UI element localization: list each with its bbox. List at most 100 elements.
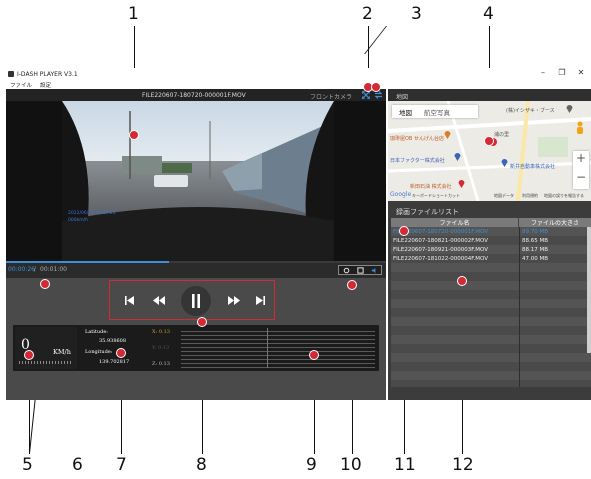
callout-10: 10 xyxy=(340,455,362,475)
header-filesize[interactable]: ファイルの大きさ xyxy=(519,218,591,227)
zoom-controls: + − xyxy=(573,151,589,189)
report-error-link[interactable]: 地図の誤りを報告する xyxy=(544,193,584,199)
speed-scale xyxy=(19,361,73,364)
zoom-in-button[interactable]: + xyxy=(576,151,586,165)
list-scrollbar[interactable] xyxy=(587,227,591,353)
keyboard-shortcuts-link[interactable]: キーボードショートカット xyxy=(412,193,460,199)
switch-camera-icon[interactable] xyxy=(374,91,383,99)
gsensor-values: X: 0.13 Y: 0.13 Z: 0.13 xyxy=(149,327,179,369)
map-label-factor: 日本ファクター株式会社 xyxy=(390,158,445,164)
file-name: FILE220607-180821-000002F.MOV xyxy=(393,237,489,244)
map-label-coffee: 珈琲屋OB せんげん台店 xyxy=(390,136,444,142)
playback-controls xyxy=(109,280,275,320)
file-row[interactable]: FILE220607-181022-000004F.MOV 47.00 MB xyxy=(391,254,591,263)
close-button[interactable]: ✕ xyxy=(574,68,588,77)
file-size: 47.00 MB xyxy=(522,255,549,262)
restore-button[interactable]: ❐ xyxy=(555,68,569,77)
menu-bar: ファイル 設定 xyxy=(6,80,591,89)
minimize-button[interactable]: – xyxy=(536,68,550,77)
gsensor-graph xyxy=(181,328,375,368)
fullscreen-icon[interactable] xyxy=(362,91,370,99)
map-label-ishizaki: (株)イシザキ・ブース xyxy=(506,108,555,114)
pin-coffee-icon xyxy=(444,131,451,139)
gsensor-y: Y: 0.13 xyxy=(152,345,170,351)
callout-8: 8 xyxy=(196,455,207,475)
tab-satellite[interactable]: 航空写真 xyxy=(419,105,455,118)
video-frame[interactable]: 2022/06/07 18:07:21 000km/h xyxy=(6,101,386,261)
callout-4: 4 xyxy=(483,4,494,24)
map-header: 地図 xyxy=(388,89,591,101)
callout-1: 1 xyxy=(128,4,139,24)
google-logo: Google xyxy=(390,191,412,198)
tools-group xyxy=(338,265,382,275)
settings-icon[interactable] xyxy=(343,267,350,274)
seek-bar[interactable] xyxy=(6,261,386,263)
rewind-icon[interactable] xyxy=(153,295,166,306)
skip-next-icon[interactable] xyxy=(255,295,266,306)
pin-ishizaki-icon xyxy=(566,105,573,113)
fast-forward-icon[interactable] xyxy=(227,295,240,306)
file-size: 88.17 MB xyxy=(522,246,549,253)
callout-12: 12 xyxy=(452,455,474,475)
file-name: FILE220607-180720-000001F.MOV xyxy=(393,228,489,235)
file-list-title: 録画ファイルリスト xyxy=(396,208,459,216)
video-overlay-speed: 000km/h xyxy=(68,218,88,223)
video-header: FILE220607-180720-000001F.MOV フロントカメラ xyxy=(6,89,386,101)
video-scene: 2022/06/07 18:07:21 000km/h xyxy=(62,101,334,261)
marker-dot-5 xyxy=(24,350,34,360)
pin-factor-icon xyxy=(454,153,461,161)
file-size: 88.65 MB xyxy=(522,237,549,244)
longitude-label: Longitude: xyxy=(85,349,113,355)
callout-5: 5 xyxy=(22,455,33,475)
marker-dot-9 xyxy=(309,350,319,360)
latitude-label: Latitude: xyxy=(85,329,108,335)
gsensor-z: Z: 0.13 xyxy=(152,361,170,367)
pegman-icon[interactable] xyxy=(575,121,585,135)
pause-button[interactable] xyxy=(181,286,211,316)
app-icon xyxy=(8,71,14,77)
callout-3: 3 xyxy=(411,4,422,24)
volume-icon[interactable] xyxy=(371,267,378,274)
file-row[interactable]: FILE220607-180921-000003F.MOV 88.17 MB xyxy=(391,245,591,254)
marker-dot-8 xyxy=(197,317,207,327)
callout-11: 11 xyxy=(394,455,416,475)
menu-settings[interactable]: 設定 xyxy=(40,81,51,89)
snapshot-icon[interactable] xyxy=(356,266,364,274)
graph-cursor xyxy=(267,328,268,368)
file-row[interactable]: FILE220607-180821-000002F.MOV 88.65 MB xyxy=(391,236,591,245)
time-separator: / xyxy=(32,266,38,273)
map-view[interactable]: 地図 航空写真 (株)イシザキ・ブース 浦の里 珈琲屋OB せんげん台店 日本フ… xyxy=(388,101,591,201)
app-window: I-DASH PLAYER V3.1 – ❐ ✕ ファイル 設定 FILE220… xyxy=(6,68,591,400)
marker-dot-10 xyxy=(347,280,357,290)
latitude-value: 35.938608 xyxy=(99,338,127,344)
pin-nitta-icon xyxy=(458,180,465,188)
video-filename: FILE220607-180720-000001F.MOV xyxy=(142,92,246,99)
tab-map[interactable]: 地図 xyxy=(392,105,419,118)
callout-2: 2 xyxy=(362,4,373,24)
time-current: 00:00:26 xyxy=(8,266,35,273)
marker-dot-6 xyxy=(40,279,50,289)
marker-dot-3 xyxy=(371,82,381,92)
time-total: 00:01:00 xyxy=(40,266,67,273)
map-header-title: 地図 xyxy=(396,94,409,101)
menu-file[interactable]: ファイル xyxy=(10,81,32,89)
terms-link[interactable]: 利用規約 xyxy=(522,193,538,199)
callout-9: 9 xyxy=(306,455,317,475)
file-list: FILE220607-180720-000001F.MOV 89.70 MB F… xyxy=(391,227,591,387)
speed-unit: KM/h xyxy=(53,348,71,356)
window-title: I-DASH PLAYER V3.1 xyxy=(17,70,78,78)
dashcam-image xyxy=(62,101,334,261)
pin-arai-icon xyxy=(501,159,508,167)
marker-dot-12 xyxy=(457,276,467,286)
skip-previous-icon[interactable] xyxy=(124,295,135,306)
marker-dot-7 xyxy=(116,348,126,358)
seek-strip: 00:00:26 / 00:01:00 xyxy=(6,261,386,278)
file-row[interactable]: FILE220607-180720-000001F.MOV 89.70 MB xyxy=(391,227,591,236)
gps-box: Latitude: 35.938608 Longitude: 139.70281… xyxy=(81,327,147,369)
longitude-value: 139.702817 xyxy=(99,359,130,365)
map-data-link[interactable]: 地図データ xyxy=(494,193,514,199)
callout-7: 7 xyxy=(116,455,127,475)
header-filename[interactable]: ファイル名 xyxy=(391,218,519,227)
zoom-out-button[interactable]: − xyxy=(576,170,586,184)
file-name: FILE220607-181022-000004F.MOV xyxy=(393,255,489,262)
